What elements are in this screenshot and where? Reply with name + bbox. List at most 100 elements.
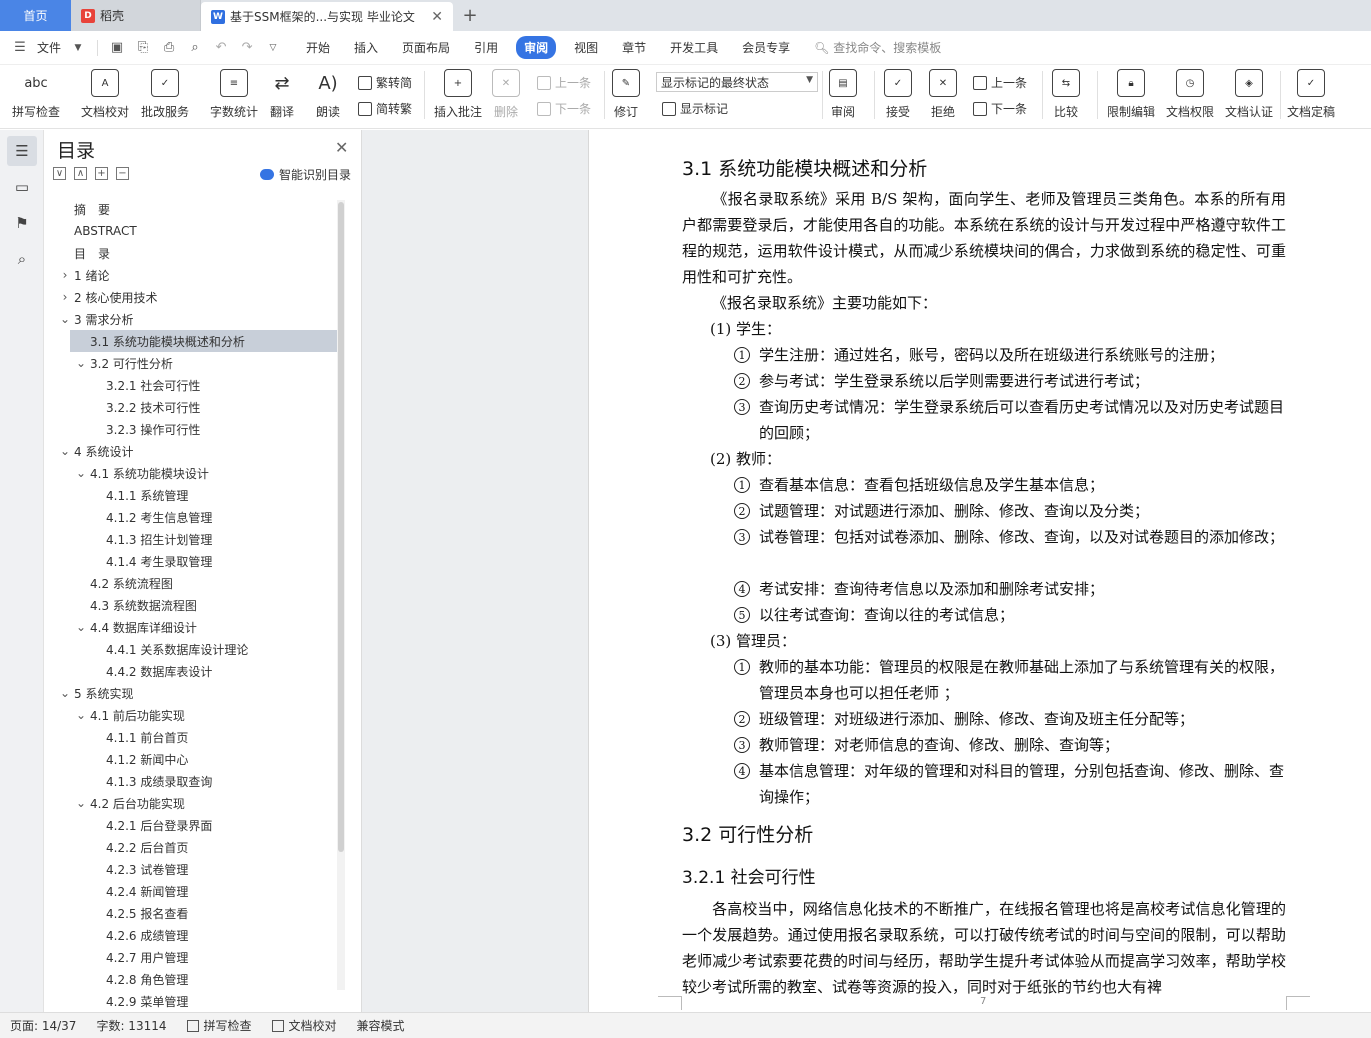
- toc-item[interactable]: 4.1.1 系统管理: [44, 484, 344, 506]
- chevron-down-icon[interactable]: ⌄: [58, 686, 72, 700]
- toc-item[interactable]: 4.2.4 新闻管理: [44, 880, 344, 902]
- delete-comment-button[interactable]: ✕ 删除: [492, 69, 520, 120]
- export-icon[interactable]: ⎘: [133, 38, 153, 58]
- close-icon[interactable]: ✕: [425, 9, 443, 25]
- restrict-edit-button[interactable]: 🔒︎ 限制编辑: [1107, 69, 1155, 120]
- review-service-button[interactable]: ✓ 批改服务: [141, 69, 189, 120]
- page-indicator[interactable]: 页面: 14/37: [0, 1017, 86, 1034]
- menu-tab-0[interactable]: 开始: [294, 39, 342, 56]
- add-level-icon[interactable]: +: [95, 167, 108, 180]
- remove-level-icon[interactable]: −: [116, 167, 129, 180]
- doc-check-status[interactable]: 文档校对: [262, 1017, 347, 1034]
- toc-item[interactable]: 4.3 系统数据流程图: [44, 594, 344, 616]
- display-state-select[interactable]: 显示标记的最终状态 ▼: [656, 72, 818, 92]
- toc-item[interactable]: 4.2.2 后台首页: [44, 836, 344, 858]
- trad-to-simp-button[interactable]: 繁转简: [358, 74, 412, 91]
- chevron-down-icon[interactable]: ▼: [68, 38, 88, 58]
- menu-tab-3[interactable]: 引用: [462, 39, 510, 56]
- close-icon[interactable]: ✕: [335, 138, 348, 157]
- chevron-right-icon[interactable]: ›: [58, 268, 72, 282]
- next-change-button[interactable]: 下一条: [973, 100, 1027, 117]
- menu-tab-7[interactable]: 开发工具: [658, 39, 730, 56]
- simp-to-trad-button[interactable]: 简转繁: [358, 100, 412, 117]
- menu-tab-6[interactable]: 章节: [610, 39, 658, 56]
- toc-item[interactable]: 目 录: [44, 242, 344, 264]
- chapter-nav-icon[interactable]: ▭: [7, 172, 37, 202]
- chevron-down-icon[interactable]: ⌄: [58, 312, 72, 326]
- chevron-down-icon[interactable]: ⌄: [74, 356, 88, 370]
- toc-item[interactable]: 4.2.6 成绩管理: [44, 924, 344, 946]
- toc-item[interactable]: ⌄ 5 系统实现: [44, 682, 344, 704]
- menu-tab-8[interactable]: 会员专享: [730, 39, 802, 56]
- menu-tab-2[interactable]: 页面布局: [390, 39, 462, 56]
- toc-item[interactable]: 4.1.4 考生录取管理: [44, 550, 344, 572]
- translate-button[interactable]: ⇄ 翻译: [268, 69, 296, 120]
- toc-item[interactable]: 4.2.1 后台登录界面: [44, 814, 344, 836]
- customize-icon[interactable]: ▽: [263, 38, 283, 58]
- toc-item[interactable]: 4.2.8 角色管理: [44, 968, 344, 990]
- chevron-down-icon[interactable]: ⌄: [74, 708, 88, 722]
- word-count-button[interactable]: ≡ 字数统计: [210, 69, 258, 120]
- toc-item[interactable]: 4.1.1 前台首页: [44, 726, 344, 748]
- hamburger-icon[interactable]: ☰: [10, 38, 30, 58]
- command-search[interactable]: 🔍︎ 查找命令、搜索模板: [814, 39, 941, 56]
- spell-check-status[interactable]: 拼写检查: [177, 1017, 262, 1034]
- review-pane-button[interactable]: ▤ 审阅: [829, 69, 857, 120]
- accept-button[interactable]: ✓ 接受: [884, 69, 912, 120]
- track-changes-button[interactable]: ✎ 修订: [612, 69, 640, 120]
- doc-finalize-button[interactable]: ✓ 文档定稿: [1287, 69, 1335, 120]
- collapse-all-icon[interactable]: ∨: [53, 167, 66, 180]
- prev-change-button[interactable]: 上一条: [973, 74, 1027, 91]
- toc-item[interactable]: 4.1.2 考生信息管理: [44, 506, 344, 528]
- compare-button[interactable]: ⇆ 比较: [1052, 69, 1080, 120]
- toc-item[interactable]: 3.2.1 社会可行性: [44, 374, 344, 396]
- toc-item[interactable]: 4.1.2 新闻中心: [44, 748, 344, 770]
- chevron-down-icon[interactable]: ⌄: [58, 444, 72, 458]
- scrollbar-thumb[interactable]: [338, 202, 344, 852]
- toc-item[interactable]: ⌄ 3.2 可行性分析: [44, 352, 344, 374]
- toc-item[interactable]: ⌄ 4.4 数据库详细设计: [44, 616, 344, 638]
- word-count[interactable]: 字数: 13114: [86, 1017, 176, 1034]
- toc-item[interactable]: 4.1.3 成绩录取查询: [44, 770, 344, 792]
- menu-tab-5[interactable]: 视图: [562, 39, 610, 56]
- prev-comment-button[interactable]: 上一条: [537, 74, 591, 91]
- chevron-down-icon[interactable]: ⌄: [74, 620, 88, 634]
- toc-item[interactable]: › 2 核心使用技术: [44, 286, 344, 308]
- search-icon[interactable]: ⌕: [7, 244, 37, 274]
- next-comment-button[interactable]: 下一条: [537, 100, 591, 117]
- toc-item[interactable]: 4.4.2 数据库表设计: [44, 660, 344, 682]
- toc-item[interactable]: 4.2.5 报名查看: [44, 902, 344, 924]
- print-preview-icon[interactable]: ⌕: [185, 38, 205, 58]
- read-aloud-button[interactable]: A) 朗读: [314, 69, 342, 120]
- doc-check-button[interactable]: A 文档校对: [81, 69, 129, 120]
- toc-item[interactable]: ⌄ 4 系统设计: [44, 440, 344, 462]
- toc-item[interactable]: 4.1.3 招生计划管理: [44, 528, 344, 550]
- document-page[interactable]: 3.1 系统功能模块概述和分析 《报名录取系统》采用 B/S 架构，面向学生、老…: [588, 130, 1371, 1012]
- toc-item[interactable]: ⌄ 4.2 后台功能实现: [44, 792, 344, 814]
- tab-daoke[interactable]: D 稻壳: [71, 0, 201, 31]
- expand-up-icon[interactable]: ∧: [74, 167, 87, 180]
- undo-icon[interactable]: ↶: [211, 38, 231, 58]
- show-marks-button[interactable]: 显示标记: [662, 100, 728, 117]
- toc-item[interactable]: › 1 绪论: [44, 264, 344, 286]
- toc-item[interactable]: ⌄ 4.1 前后功能实现: [44, 704, 344, 726]
- reject-button[interactable]: ✕ 拒绝: [929, 69, 957, 120]
- menu-tab-1[interactable]: 插入: [342, 39, 390, 56]
- doc-cert-button[interactable]: ◈ 文档认证: [1225, 69, 1273, 120]
- chevron-right-icon[interactable]: ›: [58, 290, 72, 304]
- toc-item[interactable]: 3.1 系统功能模块概述和分析: [70, 330, 344, 352]
- new-tab-button[interactable]: +: [453, 0, 487, 31]
- smart-toc-button[interactable]: 智能识别目录: [260, 166, 351, 183]
- insert-comment-button[interactable]: + 插入批注: [434, 69, 482, 120]
- toc-panel-icon[interactable]: ☰: [7, 136, 37, 166]
- toc-item[interactable]: 4.4.1 关系数据库设计理论: [44, 638, 344, 660]
- spell-check-button[interactable]: abc 拼写检查: [12, 69, 60, 120]
- tab-home[interactable]: 首页: [0, 0, 71, 31]
- toc-item[interactable]: ⌄ 4.1 系统功能模块设计: [44, 462, 344, 484]
- redo-icon[interactable]: ↷: [237, 38, 257, 58]
- toc-item[interactable]: ABSTRACT: [44, 220, 344, 242]
- tab-document[interactable]: W 基于SSM框架的...与实现 毕业论文 ✕: [201, 2, 453, 31]
- chevron-down-icon[interactable]: ⌄: [74, 466, 88, 480]
- toc-item[interactable]: ⌄ 3 需求分析: [44, 308, 344, 330]
- doc-permission-button[interactable]: ◷ 文档权限: [1166, 69, 1214, 120]
